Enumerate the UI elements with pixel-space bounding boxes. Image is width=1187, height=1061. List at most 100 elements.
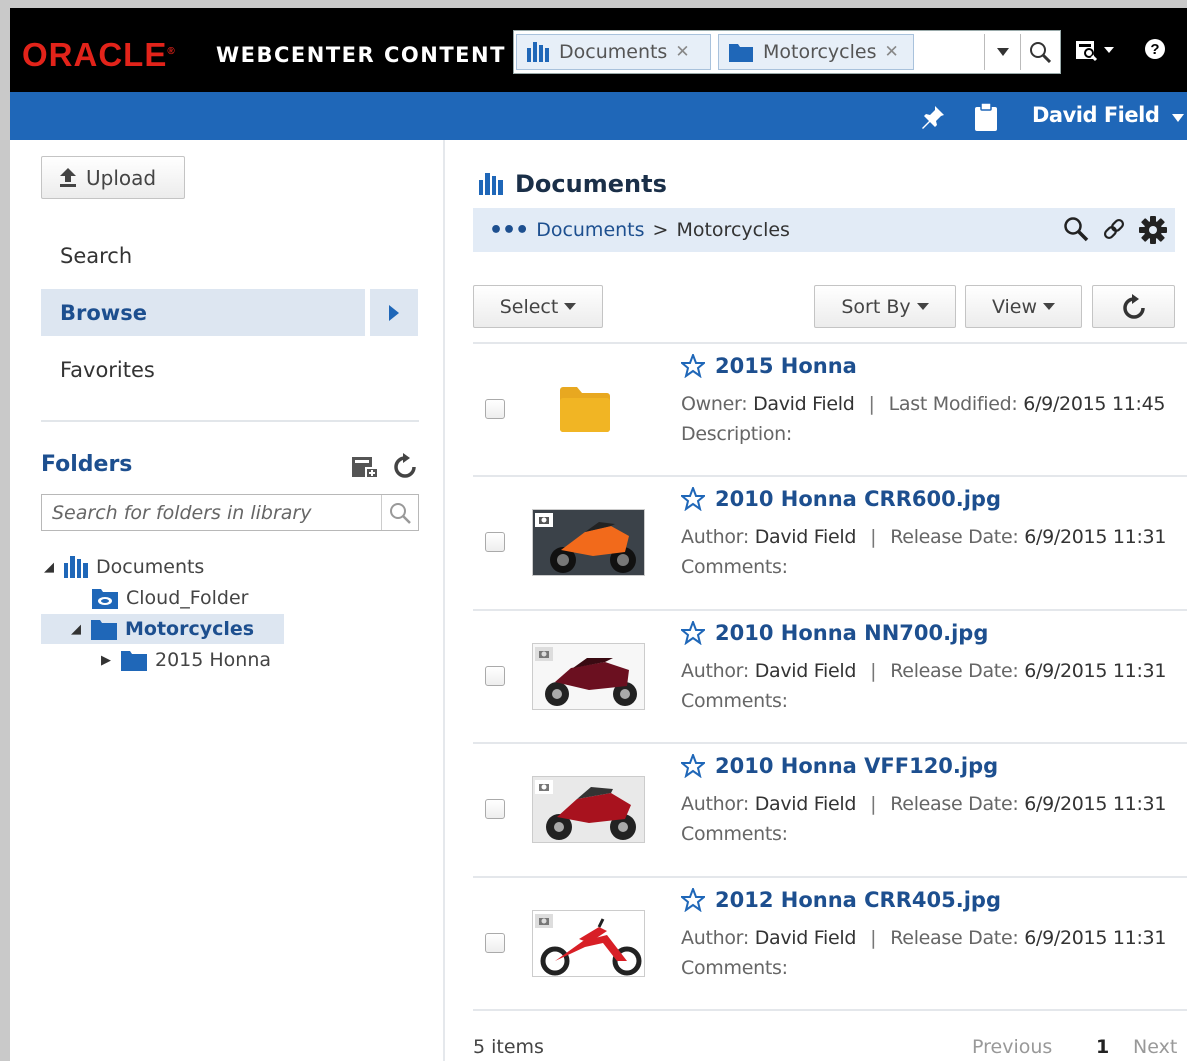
row-checkbox[interactable] — [485, 933, 505, 953]
top-bar: ORACLE® WEBCENTER CONTENT Documents ✕ Mo… — [10, 8, 1187, 92]
new-folder-button[interactable] — [352, 455, 380, 484]
user-menu[interactable]: David Field — [1032, 103, 1185, 127]
next-page-link[interactable]: Next — [1133, 1036, 1177, 1058]
meta-value: 6/9/2015 11:31 — [1024, 660, 1167, 682]
caret-down-icon — [564, 303, 577, 310]
saved-search-menu[interactable] — [1076, 38, 1116, 67]
image-thumbnail[interactable] — [532, 776, 645, 843]
nav-search[interactable]: Search — [41, 232, 418, 279]
nav-browse[interactable]: Browse — [41, 289, 365, 336]
divider — [41, 420, 419, 422]
breadcrumb-separator: > — [652, 219, 669, 241]
tab-motorcycles[interactable]: Motorcycles ✕ — [718, 34, 914, 70]
star-icon[interactable] — [681, 754, 705, 778]
app-window: ORACLE® WEBCENTER CONTENT Documents ✕ Mo… — [10, 8, 1187, 1061]
clipboard-button[interactable] — [975, 102, 997, 136]
expanded-triangle-icon[interactable]: ◢ — [71, 622, 91, 637]
refresh-button[interactable] — [1092, 285, 1175, 328]
sort-by-button[interactable]: Sort By — [814, 285, 956, 328]
refresh-folders-button[interactable] — [393, 453, 417, 484]
library-icon — [527, 42, 549, 62]
meta-key: Author: — [681, 526, 749, 548]
more-icon[interactable]: ••• — [489, 218, 529, 243]
item-title-link[interactable]: 2010 Honna NN700.jpg — [681, 621, 988, 645]
link-button[interactable] — [1101, 216, 1127, 249]
nav-favorites[interactable]: Favorites — [41, 346, 418, 393]
meta-value: 6/9/2015 11:31 — [1024, 526, 1167, 548]
star-icon[interactable] — [681, 354, 705, 378]
meta-value: David Field — [754, 526, 857, 548]
row-checkbox[interactable] — [485, 799, 505, 819]
tree-label: Documents — [96, 556, 205, 578]
folder-search-input[interactable] — [52, 500, 342, 526]
meta-value: David Field — [754, 927, 857, 949]
select-button[interactable]: Select — [473, 285, 603, 328]
item-comments: Comments: — [681, 957, 788, 979]
list-item[interactable]: 2010 Honna CRR600.jpg Author: David Fiel… — [473, 477, 1187, 609]
row-checkbox[interactable] — [485, 532, 505, 552]
close-icon[interactable]: ✕ — [675, 42, 689, 62]
tree-node-documents[interactable]: ◢ Documents — [44, 552, 204, 582]
view-button[interactable]: View — [965, 285, 1082, 328]
nav-search-label: Search — [60, 243, 133, 268]
star-icon[interactable] — [681, 621, 705, 645]
item-title-link[interactable]: 2010 Honna CRR600.jpg — [681, 487, 1001, 511]
folder-search-button[interactable] — [381, 495, 418, 530]
tabs-dropdown-button[interactable] — [984, 34, 1020, 70]
image-thumbnail[interactable] — [532, 509, 645, 576]
document-tabs: Documents ✕ Motorcycles ✕ — [513, 30, 1061, 74]
select-label: Select — [499, 295, 559, 318]
item-title-link[interactable]: 2010 Honna VFF120.jpg — [681, 754, 998, 778]
tree-node-2015-honna[interactable]: ▶ 2015 Honna — [101, 645, 271, 675]
folder-icon — [560, 386, 610, 437]
list-item[interactable]: 2010 Honna VFF120.jpg Author: David Fiel… — [473, 744, 1187, 876]
meta-key: Release Date: — [890, 660, 1019, 682]
tab-documents[interactable]: Documents ✕ — [516, 34, 711, 70]
motorcycle-image — [533, 510, 644, 575]
nav-browse-expand[interactable] — [370, 289, 418, 336]
search-icon — [1029, 42, 1051, 63]
tabs-search-button[interactable] — [1020, 34, 1058, 70]
item-count: 5 items — [473, 1036, 544, 1058]
previous-page-link[interactable]: Previous — [972, 1036, 1052, 1058]
left-panel: Upload Search Browse Favorites Folders ◢… — [10, 140, 445, 1061]
help-button[interactable]: ? — [1144, 38, 1166, 65]
item-title: 2015 Honna — [715, 354, 857, 378]
item-title-link[interactable]: 2012 Honna CRR405.jpg — [681, 888, 1001, 912]
row-checkbox[interactable] — [485, 399, 505, 419]
library-icon — [479, 173, 503, 195]
upload-button[interactable]: Upload — [41, 156, 185, 199]
list-item[interactable]: 2010 Honna NN700.jpg Author: David Field… — [473, 611, 1187, 743]
caret-down-icon — [1043, 303, 1056, 310]
nav-browse-label: Browse — [60, 300, 147, 325]
refresh-icon — [1122, 293, 1145, 319]
close-icon[interactable]: ✕ — [885, 42, 899, 62]
item-comments: Comments: — [681, 823, 788, 845]
link-icon — [1103, 218, 1125, 240]
tree-node-motorcycles[interactable]: ◢ Motorcycles — [41, 614, 284, 644]
list-item[interactable]: 2012 Honna CRR405.jpg Author: David Fiel… — [473, 878, 1187, 1010]
breadcrumb-current: Motorcycles — [676, 219, 790, 241]
caret-down-icon — [1172, 114, 1185, 122]
pin-button[interactable] — [920, 104, 946, 135]
tree-node-cloud-folder[interactable]: Cloud_Folder — [92, 583, 249, 613]
settings-button[interactable] — [1139, 216, 1167, 249]
product-name: WEBCENTER CONTENT — [216, 43, 506, 67]
image-thumbnail[interactable] — [532, 643, 645, 710]
row-checkbox[interactable] — [485, 666, 505, 686]
tree-label: Cloud_Folder — [126, 587, 249, 609]
breadcrumb-documents[interactable]: Documents — [536, 219, 644, 241]
star-icon[interactable] — [681, 487, 705, 511]
item-title-link[interactable]: 2015 Honna — [681, 354, 857, 378]
image-thumbnail[interactable] — [532, 910, 645, 977]
list-item[interactable]: 2015 Honna Owner: David Field | Last Modif… — [473, 344, 1187, 476]
item-meta: Author: David Field | Release Date: 6/9/20… — [681, 660, 1167, 682]
meta-key: Release Date: — [890, 927, 1019, 949]
collapsed-triangle-icon[interactable]: ▶ — [101, 653, 121, 668]
search-button[interactable] — [1063, 216, 1089, 249]
meta-key: Release Date: — [890, 793, 1019, 815]
view-label: View — [991, 295, 1038, 318]
expanded-triangle-icon[interactable]: ◢ — [44, 560, 64, 575]
star-icon[interactable] — [681, 888, 705, 912]
meta-key: Release Date: — [890, 526, 1019, 548]
